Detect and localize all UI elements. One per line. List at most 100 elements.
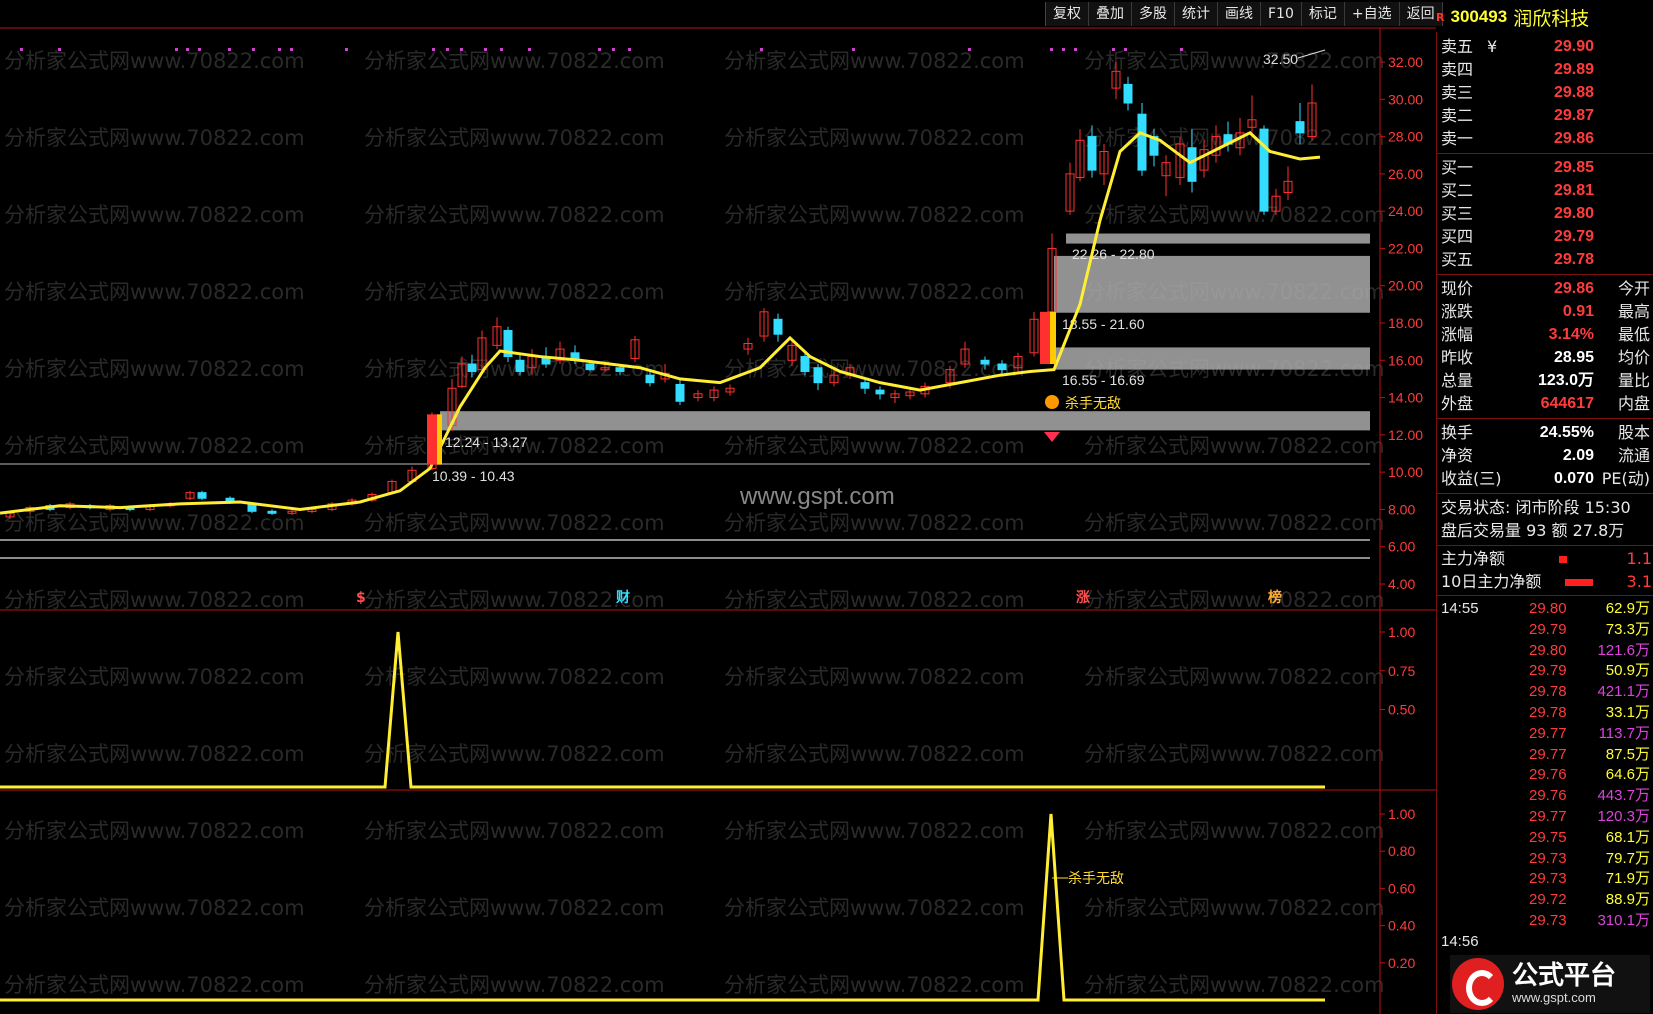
quote-value: 29.86 bbox=[1553, 280, 1594, 297]
signal-dot bbox=[446, 48, 449, 51]
quote-label: 涨幅 bbox=[1441, 325, 1474, 344]
signal-label: 杀手无敌 bbox=[1065, 396, 1121, 412]
tick-price: 29.76 bbox=[1529, 787, 1567, 805]
signal-dot bbox=[460, 48, 463, 51]
signal-dot bbox=[598, 48, 601, 51]
capital-bar bbox=[1559, 556, 1567, 563]
sub2-signal-label: 杀手无敌 bbox=[1068, 871, 1124, 887]
sub2-tick-label: 0.60 bbox=[1388, 880, 1415, 896]
signal-dot bbox=[852, 48, 855, 51]
sub1-tick-label: 1.00 bbox=[1388, 624, 1415, 640]
tick-row: 29.77 113.7万 bbox=[1437, 723, 1653, 745]
f10-button[interactable]: F10 bbox=[1261, 2, 1302, 26]
tick-row: 29.77 120.3万 bbox=[1437, 806, 1653, 828]
quote-label: 昨收 bbox=[1441, 348, 1474, 367]
sub1-tick-label: 0.50 bbox=[1388, 702, 1415, 718]
fundamental-label-2: 股本 bbox=[1617, 423, 1650, 442]
watermark-text: 分析家公式网www.70822.com bbox=[1084, 511, 1385, 535]
multi-stock-button[interactable]: 多股 bbox=[1132, 2, 1175, 26]
zone-label: 12.24 - 13.27 bbox=[445, 434, 528, 450]
tick-row: 29.77 87.5万 bbox=[1437, 744, 1653, 766]
bid-row[interactable]: 买三 29.80 bbox=[1437, 203, 1653, 225]
capital-row[interactable]: 10日主力净额 3.1 bbox=[1437, 571, 1653, 593]
divider bbox=[1437, 493, 1653, 494]
watermark-text: 分析家公式网www.70822.com bbox=[4, 511, 305, 535]
ask-row[interactable]: 卖二 29.87 bbox=[1437, 105, 1653, 127]
quote-label-2: 量比 bbox=[1617, 371, 1650, 390]
restore-rights-button[interactable]: 复权 bbox=[1046, 2, 1089, 26]
tick-price: 29.78 bbox=[1529, 704, 1567, 721]
quote-label-2: 均价 bbox=[1617, 348, 1650, 367]
signal-bar bbox=[1050, 311, 1056, 365]
ask-row[interactable]: 卖一 29.86 bbox=[1437, 128, 1653, 150]
bid-row[interactable]: 买四 29.79 bbox=[1437, 226, 1653, 248]
stock-code: 300493 bbox=[1450, 7, 1508, 26]
tick-volume: 120.3万 bbox=[1597, 808, 1650, 825]
down-candle bbox=[813, 367, 823, 384]
watermark-text: 分析家公式网www.70822.com bbox=[724, 280, 1025, 304]
divider bbox=[1437, 418, 1653, 419]
tick-price: 29.78 bbox=[1529, 683, 1567, 701]
bid-row[interactable]: 买一 29.85 bbox=[1437, 157, 1653, 179]
bid-price: 29.79 bbox=[1553, 228, 1594, 245]
gspt-logo: 公式平台 www.gspt.com bbox=[1450, 955, 1650, 1013]
watermark-text: 分析家公式网www.70822.com bbox=[4, 742, 305, 766]
tick-price: 29.76 bbox=[1529, 766, 1567, 784]
mark-button[interactable]: 标记 bbox=[1301, 2, 1345, 26]
watermark-text: 分析家公式网www.70822.com bbox=[724, 896, 1025, 920]
watermark-text: 分析家公式网www.70822.com bbox=[1084, 434, 1385, 458]
capital-value: 1.1 bbox=[1626, 549, 1652, 568]
after-hours-volume: 盘后交易量 93 额 27.8万 bbox=[1437, 520, 1653, 542]
tick-volume: 421.1万 bbox=[1597, 683, 1650, 701]
ask-label: 卖三 bbox=[1441, 83, 1474, 102]
ask-row[interactable]: 卖五 ¥29.90 bbox=[1437, 36, 1653, 58]
signal-dot bbox=[20, 48, 23, 51]
watermark-text: 分析家公式网www.70822.com bbox=[364, 203, 665, 227]
y-tick-label: 10.00 bbox=[1388, 464, 1423, 480]
overlay-button[interactable]: 叠加 bbox=[1089, 2, 1132, 26]
ask-label: 卖一 bbox=[1441, 129, 1474, 148]
signal-dot bbox=[1124, 48, 1127, 51]
bid-row[interactable]: 买五 29.78 bbox=[1437, 249, 1653, 271]
fundamental-value: 0.070 bbox=[1553, 470, 1594, 487]
quote-label-2: 最低 bbox=[1617, 325, 1650, 344]
add-watchlist-button[interactable]: +自选 bbox=[1344, 2, 1400, 26]
kline-chart-area[interactable]: 分析家公式网www.70822.com 分析家公式网www.70822.com 分析… bbox=[0, 0, 1436, 1014]
watermark-text: 分析家公式网www.70822.com bbox=[364, 896, 665, 920]
ask-row[interactable]: 卖三 29.88 bbox=[1437, 82, 1653, 104]
draw-line-button[interactable]: 画线 bbox=[1218, 2, 1261, 26]
quote-label: 现价 bbox=[1441, 279, 1474, 298]
tick-volume: 79.7万 bbox=[1605, 849, 1650, 867]
tick-price: 29.80 bbox=[1529, 641, 1567, 659]
tick-volume: 87.5万 bbox=[1605, 745, 1650, 763]
tick-row: 29.72 88.9万 bbox=[1437, 889, 1653, 911]
capital-row[interactable]: 主力净额 1.1 bbox=[1437, 548, 1653, 570]
statistics-button[interactable]: 统计 bbox=[1175, 2, 1218, 26]
y-tick-label: 32.00 bbox=[1388, 54, 1423, 70]
fundamental-value: 2.09 bbox=[1562, 447, 1594, 464]
capital-label: 主力净额 bbox=[1441, 549, 1506, 568]
y-tick-label: 6.00 bbox=[1388, 539, 1415, 555]
down-candle bbox=[1137, 113, 1147, 171]
down-candle bbox=[615, 367, 625, 372]
watermark-text: 分析家公式网www.70822.com bbox=[4, 896, 305, 920]
watermark-text: 分析家公式网www.70822.com bbox=[364, 973, 665, 997]
tick-volume: 310.1万 bbox=[1597, 912, 1650, 929]
down-candle bbox=[645, 374, 655, 384]
watermark-text: 分析家公式网www.70822.com bbox=[364, 511, 665, 535]
quote-row: 涨幅 3.14% 最低 bbox=[1437, 324, 1653, 346]
bid-row[interactable]: 买二 29.81 bbox=[1437, 180, 1653, 202]
signal-dot bbox=[1062, 48, 1065, 51]
ask-label: 卖五 bbox=[1441, 37, 1474, 56]
stock-terminal-window: 分析家公式网www.70822.com 分析家公式网www.70822.com 分析… bbox=[0, 0, 1653, 1014]
y-tick-label: 24.00 bbox=[1388, 203, 1423, 219]
fundamental-label: 净资 bbox=[1441, 446, 1474, 465]
chart-background bbox=[0, 0, 1436, 1014]
quote-row: 现价 29.86 今开 bbox=[1437, 278, 1653, 300]
watermark-text: 分析家公式网www.70822.com bbox=[1084, 665, 1385, 689]
ask-price: 29.90 bbox=[1553, 38, 1594, 55]
watermark-text: 分析家公式网www.70822.com bbox=[4, 819, 305, 843]
y-tick-label: 30.00 bbox=[1388, 91, 1423, 107]
watermark-text: 分析家公式网www.70822.com bbox=[724, 588, 1025, 612]
ask-row[interactable]: 卖四 29.89 bbox=[1437, 59, 1653, 81]
